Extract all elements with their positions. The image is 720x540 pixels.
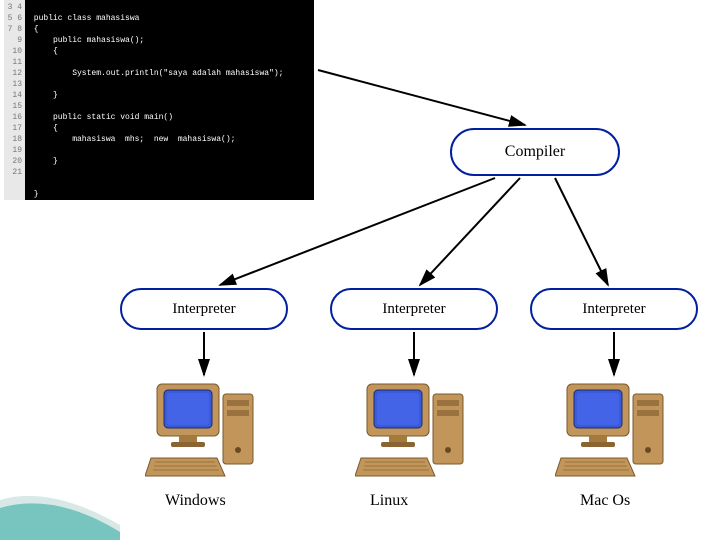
source-code-block: 3 4 5 6 7 8 9 10 11 12 13 14 15 16 17 18… bbox=[4, 0, 314, 200]
computer-icon-windows bbox=[145, 380, 265, 480]
os-label-macos: Mac Os bbox=[580, 492, 630, 510]
os-label-linux: Linux bbox=[370, 492, 408, 510]
compiler-label: Compiler bbox=[505, 143, 565, 161]
code-body: public class mahasiswa { public mahasisw… bbox=[25, 0, 283, 200]
code-line-numbers: 3 4 5 6 7 8 9 10 11 12 13 14 15 16 17 18… bbox=[4, 0, 25, 200]
interpreter-label: Interpreter bbox=[172, 301, 235, 318]
interpreter-node-3: Interpreter bbox=[530, 288, 698, 330]
computer-icon-linux bbox=[355, 380, 475, 480]
interpreter-label: Interpreter bbox=[382, 301, 445, 318]
os-label-windows: Windows bbox=[165, 492, 226, 510]
interpreter-node-1: Interpreter bbox=[120, 288, 288, 330]
interpreter-label: Interpreter bbox=[582, 301, 645, 318]
slide-decoration bbox=[0, 480, 120, 540]
compiler-node: Compiler bbox=[450, 128, 620, 176]
computer-icon-macos bbox=[555, 380, 675, 480]
interpreter-node-2: Interpreter bbox=[330, 288, 498, 330]
